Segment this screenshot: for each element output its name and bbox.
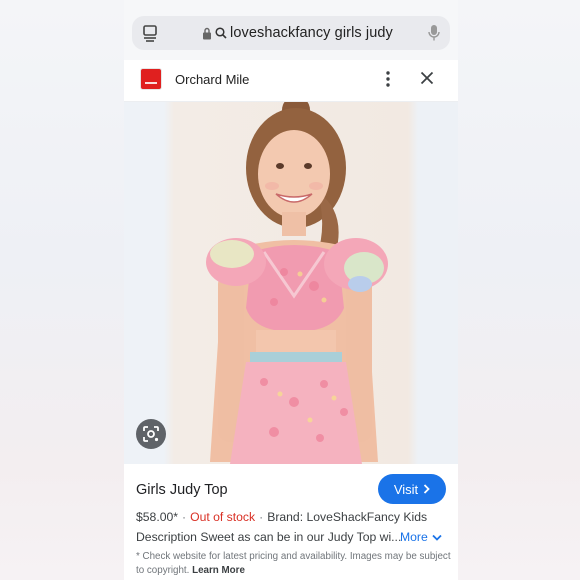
result-header: Orchard Mile — [124, 60, 458, 102]
search-icon — [215, 27, 227, 39]
product-price: $58.00* — [136, 510, 179, 524]
product-brand: Brand: LoveShackFancy Kids — [267, 510, 428, 524]
visit-label: Visit — [393, 481, 419, 497]
search-field[interactable]: loveshackfancy girls judy — [202, 16, 393, 50]
lens-icon — [143, 426, 159, 442]
description-row: Description Sweet as can be in our Judy … — [136, 530, 452, 548]
product-meta: $58.00* · Out of stock · Brand: LoveShackFan… — [136, 510, 427, 524]
tabs-icon[interactable] — [142, 24, 158, 42]
separator-dot: · — [259, 510, 264, 524]
product-image-area[interactable] — [124, 102, 458, 464]
disclaimer-text: * Check website for latest pricing and a… — [136, 551, 451, 576]
chevron-down-icon — [432, 534, 442, 541]
disclaimer: * Check website for latest pricing and a… — [136, 550, 452, 578]
stock-status: Out of stock — [190, 510, 256, 524]
browser-top-bar: loveshackfancy girls judy — [124, 0, 458, 60]
left-blur-edge — [0, 0, 124, 580]
close-icon[interactable] — [420, 71, 434, 85]
product-description: Description Sweet as can be in our Judy … — [136, 530, 402, 544]
site-logo — [140, 68, 162, 90]
search-query[interactable]: loveshackfancy girls judy — [230, 25, 393, 41]
chevron-right-icon — [424, 484, 430, 494]
product-title[interactable]: Girls Judy Top — [136, 482, 228, 498]
phone-screen: loveshackfancy girls judy Orchard Mile G… — [124, 0, 458, 580]
search-bar[interactable]: loveshackfancy girls judy — [132, 16, 450, 50]
visit-button[interactable]: Visit — [378, 474, 446, 504]
mic-icon[interactable] — [427, 24, 441, 42]
separator-dot: · — [182, 510, 187, 524]
more-button[interactable]: More — [400, 530, 442, 544]
more-label: More — [400, 530, 428, 544]
product-info-panel: Girls Judy Top Visit $58.00* · Out of stoc… — [124, 464, 458, 580]
lens-button[interactable] — [136, 419, 166, 449]
site-name[interactable]: Orchard Mile — [175, 72, 249, 87]
learn-more-link[interactable]: Learn More — [192, 565, 245, 576]
product-photo — [206, 102, 388, 464]
more-vert-icon[interactable] — [382, 70, 394, 88]
lock-icon — [203, 27, 211, 39]
right-blur-edge — [456, 0, 580, 580]
